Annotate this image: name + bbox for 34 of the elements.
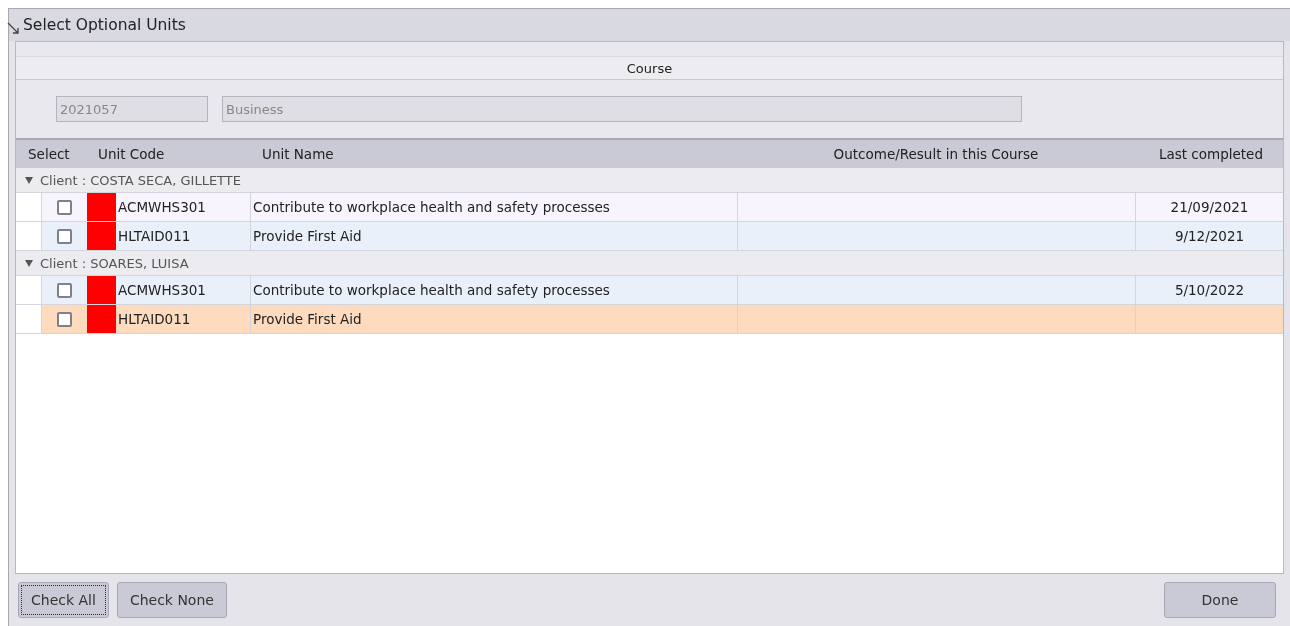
column-header[interactable]: Outcome/Result in this Course [737,146,1135,162]
collapse-arrow-icon[interactable] [24,175,34,185]
table-row[interactable]: HLTAID011 Provide First Aid 9/12/2021 [16,222,1283,251]
resize-arrow-icon [7,22,21,36]
table-cell: HLTAID011 [118,228,191,244]
checkbox[interactable] [57,199,72,215]
table-cell: ACMWHS301 [118,282,206,298]
table-cell: 9/12/2021 [1174,228,1245,244]
column-header[interactable]: Last completed [1135,146,1283,162]
checkbox[interactable] [57,282,72,298]
checkbox[interactable] [57,228,72,244]
column-header[interactable]: Select [16,146,86,162]
table-row[interactable]: HLTAID011 Provide First Aid [16,305,1283,334]
window-title: Select Optional Units [23,16,186,34]
table-cell: 5/10/2022 [1174,282,1245,298]
action-button[interactable]: Check All [18,582,109,618]
table-cell: Provide First Aid [253,311,362,327]
collapse-arrow-icon[interactable] [24,258,34,268]
table-cell: Contribute to workplace health and safety processes [253,282,610,298]
group-label: Client : COSTA SECA, GILLETTE [40,172,241,188]
table-cell: Contribute to workplace health and safety processes [253,199,610,215]
group-label: Client : SOARES, LUISA [40,255,189,271]
table-cell: HLTAID011 [118,311,191,327]
column-header[interactable]: Unit Code [86,146,250,162]
table-cell: 21/09/2021 [1170,199,1249,215]
table-cell: Provide First Aid [253,228,362,244]
action-button[interactable]: Done [1164,582,1276,618]
section-heading: Course [626,60,673,76]
column-header[interactable]: Unit Name [250,146,737,162]
table-row[interactable]: ACMWHS301 Contribute to workplace health and safety processes 21/09/2021 [16,193,1283,222]
checkbox[interactable] [57,311,72,327]
action-button[interactable]: Check None [116,582,227,618]
table-row[interactable]: ACMWHS301 Contribute to workplace health and safety processes 5/10/2022 [16,276,1283,305]
table-cell: ACMWHS301 [118,199,206,215]
